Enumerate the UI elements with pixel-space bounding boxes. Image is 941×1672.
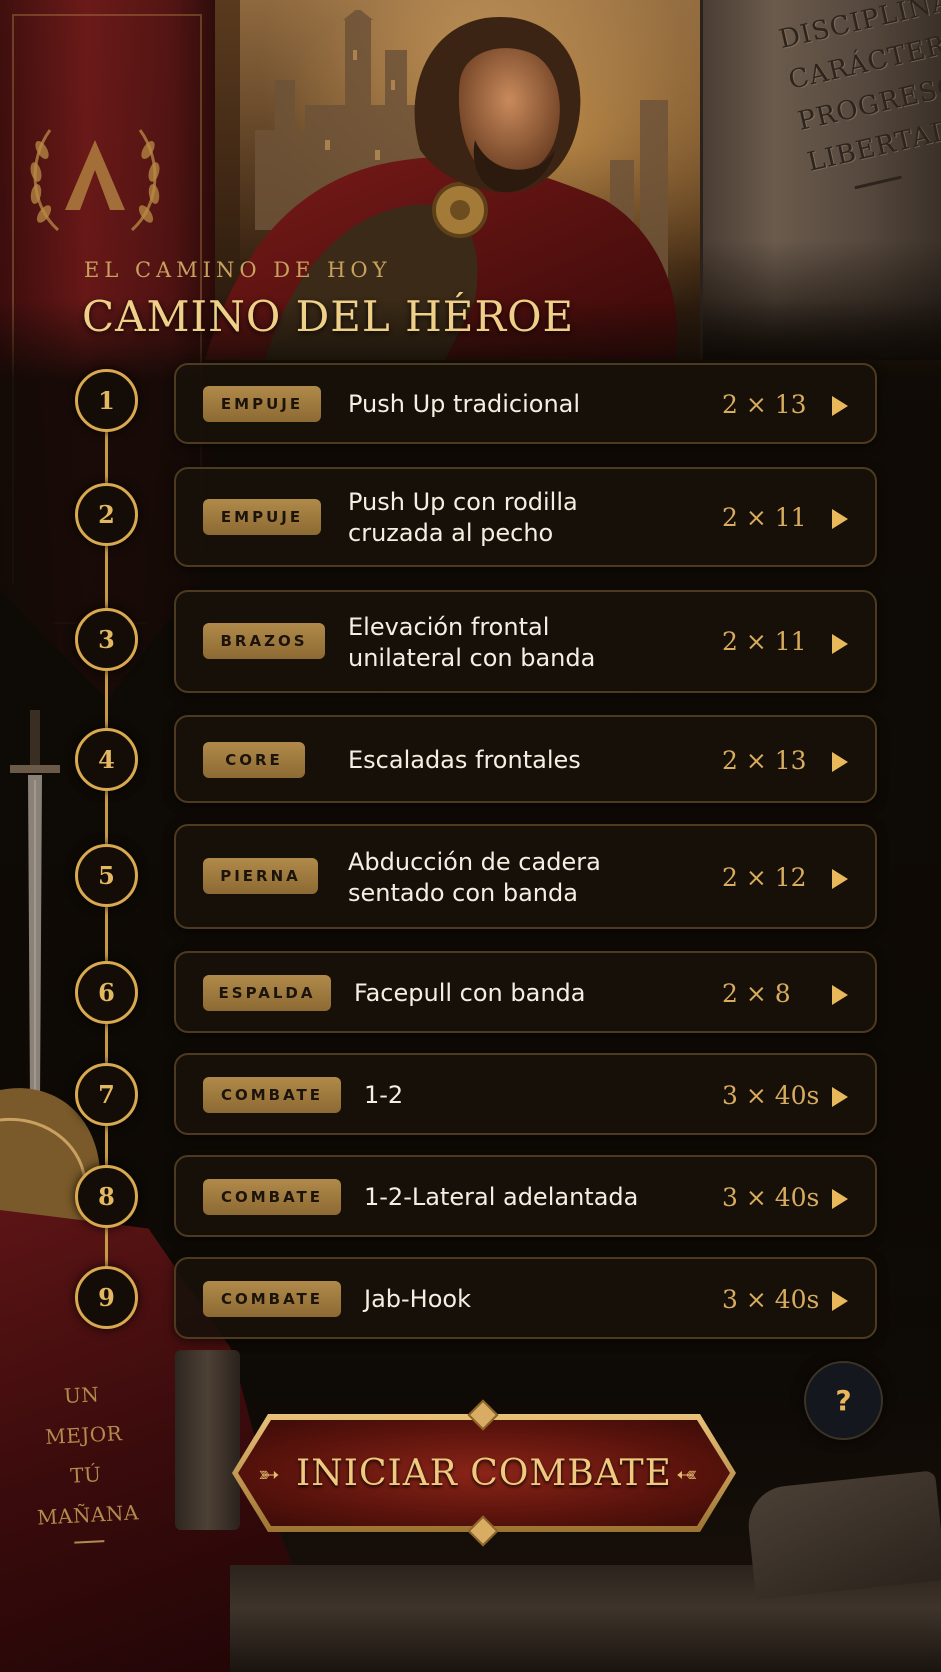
play-icon[interactable]	[832, 396, 848, 416]
exercise-name: Escaladas frontales	[348, 746, 581, 774]
category-badge: BRAZOS	[203, 623, 325, 659]
step-number: 8	[75, 1165, 138, 1228]
exercise-reps: 2 × 12	[722, 863, 807, 892]
cloth-word: MAÑANA	[36, 1500, 140, 1530]
rock-decoration	[744, 1470, 941, 1600]
category-badge: COMBATE	[203, 1281, 341, 1317]
category-badge: COMBATE	[203, 1077, 341, 1113]
cta-label: INICIAR COMBATE	[296, 1452, 672, 1494]
category-badge: EMPUJE	[203, 386, 321, 422]
step-number: 5	[75, 844, 138, 907]
exercise-card[interactable]: CORE Escaladas frontales 2 × 13	[174, 715, 877, 803]
exercise-card[interactable]: COMBATE 1-2-Lateral adelantada 3 × 40s	[174, 1155, 877, 1237]
play-icon[interactable]	[832, 509, 848, 529]
cloth-word: TÚ	[69, 1462, 103, 1488]
exercise-name: Abducción de cadera sentado con banda	[348, 848, 601, 907]
step-number: 9	[75, 1266, 138, 1329]
step-number: 1	[75, 369, 138, 432]
sword-decoration	[10, 710, 60, 1100]
exercise-name: 1-2	[364, 1081, 404, 1109]
exercise-name: Push Up con rodilla cruzada al pecho	[348, 488, 578, 547]
exercise-card[interactable]: EMPUJE Push Up con rodilla cruzada al pe…	[174, 467, 877, 567]
exercise-reps: 2 × 13	[722, 746, 807, 775]
exercise-reps: 2 × 8	[722, 979, 791, 1008]
exercise-card[interactable]: COMBATE Jab-Hook 3 × 40s	[174, 1257, 877, 1339]
exercise-name: Facepull con banda	[354, 979, 586, 1007]
category-badge: EMPUJE	[203, 499, 321, 535]
category-badge: ESPALDA	[203, 975, 331, 1011]
exercise-card[interactable]: ESPALDA Facepull con banda 2 × 8	[174, 951, 877, 1033]
category-badge: PIERNA	[203, 858, 318, 894]
page-title: CAMINO DEL HÉROE	[82, 292, 575, 341]
exercise-name: Jab-Hook	[364, 1285, 471, 1313]
step-number: 3	[75, 608, 138, 671]
exercise-reps: 2 × 13	[722, 390, 807, 419]
exercise-card[interactable]: BRAZOS Elevación frontal unilateral con …	[174, 590, 877, 693]
play-icon[interactable]	[832, 1291, 848, 1311]
exercise-reps: 3 × 40s	[722, 1183, 820, 1212]
play-icon[interactable]	[832, 869, 848, 889]
exercise-card[interactable]: COMBATE 1-2 3 × 40s	[174, 1053, 877, 1135]
section-kicker: EL CAMINO DE HOY	[84, 258, 392, 282]
step-number: 2	[75, 483, 138, 546]
category-badge: CORE	[203, 742, 305, 778]
exercise-reps: 3 × 40s	[722, 1081, 820, 1110]
exercise-reps: 2 × 11	[722, 627, 807, 656]
exercise-name: Push Up tradicional	[348, 390, 581, 418]
exercise-name: Elevación frontal unilateral con banda	[348, 613, 596, 672]
start-combat-button[interactable]: ➳ ➳ INICIAR COMBATE	[232, 1399, 736, 1547]
play-icon[interactable]	[832, 634, 848, 654]
step-number: 6	[75, 961, 138, 1024]
exercise-card[interactable]: PIERNA Abducción de cadera sentado con b…	[174, 824, 877, 929]
rock-decoration	[175, 1350, 240, 1530]
play-icon[interactable]	[832, 985, 848, 1005]
play-icon[interactable]	[832, 752, 848, 772]
exercise-reps: 3 × 40s	[722, 1285, 820, 1314]
cloth-motto: UN MEJOR TÚ MAÑANA	[26, 1372, 145, 1546]
play-icon[interactable]	[832, 1087, 848, 1107]
exercise-reps: 2 × 11	[722, 503, 807, 532]
play-icon[interactable]	[832, 1189, 848, 1209]
category-badge: COMBATE	[203, 1179, 341, 1215]
laurel-lambda-emblem	[30, 129, 160, 232]
step-number: 4	[75, 728, 138, 791]
exercise-card[interactable]: EMPUJE Push Up tradicional 2 × 13	[174, 363, 877, 444]
step-number: 7	[75, 1063, 138, 1126]
exercise-name: 1-2-Lateral adelantada	[364, 1183, 639, 1211]
cloth-word: MEJOR	[44, 1421, 123, 1450]
help-button[interactable]: ?	[804, 1361, 883, 1440]
cloth-word: UN	[63, 1382, 100, 1408]
